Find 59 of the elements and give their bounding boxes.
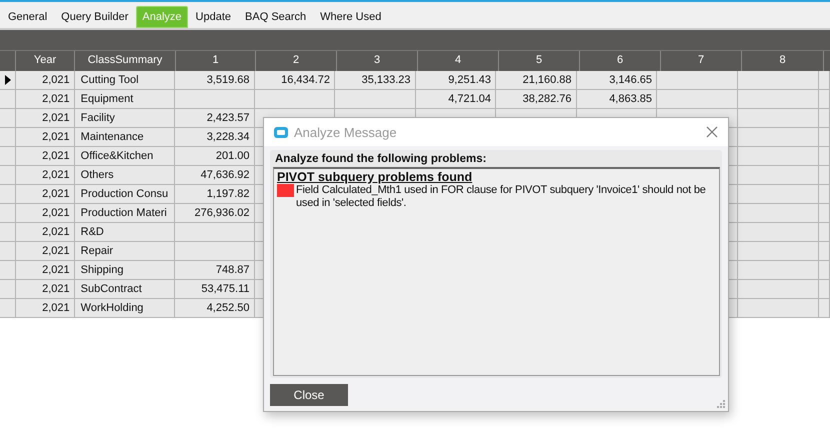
tab[interactable]: Update bbox=[190, 7, 238, 28]
table-cell: 2,021 bbox=[42, 74, 70, 86]
tab[interactable]: Query Builder bbox=[55, 7, 134, 28]
table-cell: Others bbox=[80, 169, 114, 181]
table-cell: 2,021 bbox=[42, 226, 70, 238]
group-title: Analyze found the following problems: bbox=[274, 153, 488, 167]
table-cell: 3,519.68 bbox=[206, 74, 250, 86]
close-button[interactable]: Close bbox=[270, 384, 348, 406]
table-cell: 53,475.11 bbox=[201, 283, 250, 295]
table-cell: 2,021 bbox=[42, 264, 70, 276]
table-cell: 2,021 bbox=[42, 169, 70, 181]
resize-grip-icon bbox=[717, 400, 725, 408]
table-cell: 2,021 bbox=[42, 207, 70, 219]
table-cell: 4,721.04 bbox=[448, 93, 492, 105]
table-cell: 3,146.65 bbox=[609, 74, 652, 86]
table-cell: 16,434.72 bbox=[281, 74, 330, 86]
table-cell: 2,021 bbox=[42, 188, 70, 200]
table-cell: 3,228.34 bbox=[206, 131, 250, 143]
table-cell: 35,133.23 bbox=[362, 74, 411, 86]
table-cell: 2,021 bbox=[42, 283, 70, 295]
table-cell: Cutting Tool bbox=[80, 74, 139, 86]
table-cell: 2,423.57 bbox=[206, 112, 250, 124]
table-cell: 47,636.92 bbox=[200, 169, 250, 181]
close-icon[interactable] bbox=[706, 126, 718, 138]
table-cell: 4,863.85 bbox=[609, 93, 652, 105]
table-cell: 2,021 bbox=[42, 150, 70, 162]
dialog-title: Analyze Message bbox=[294, 124, 398, 140]
problem-heading: PIVOT subquery problems found bbox=[277, 170, 474, 184]
table-cell: Repair bbox=[80, 245, 114, 257]
table-cell: 1,197.82 bbox=[206, 188, 250, 200]
table-cell: 2,021 bbox=[42, 245, 70, 257]
table-cell: 38,282.76 bbox=[522, 93, 572, 105]
table-cell: WorkHolding bbox=[80, 302, 144, 314]
table-cell: 4,252.50 bbox=[206, 302, 250, 314]
table-cell: R&D bbox=[80, 226, 104, 238]
table-cell: Production Consu bbox=[80, 188, 168, 200]
table-cell: 21,160.88 bbox=[522, 74, 572, 86]
tab[interactable]: Where Used bbox=[314, 7, 388, 28]
table-cell: Maintenance bbox=[80, 131, 144, 143]
row-pointer-icon bbox=[4, 75, 10, 85]
table-cell: 276,936.02 bbox=[194, 207, 250, 219]
problem-message: Field Calculated_Mth1 used in FOR clause for PIVOT subquery 'Invoice1' should not be used in 'selected fields'. bbox=[296, 184, 707, 210]
error-marker-icon bbox=[277, 184, 294, 197]
table-cell: SubContract bbox=[80, 283, 142, 295]
table-cell: Facility bbox=[80, 112, 115, 124]
table-cell: 2,021 bbox=[42, 112, 70, 124]
tab[interactable]: General bbox=[2, 7, 54, 28]
table-cell: Equipment bbox=[80, 93, 134, 105]
tab[interactable]: BAQ Search bbox=[239, 7, 312, 28]
table-cell: Production Materi bbox=[80, 207, 167, 219]
table-cell: 2,021 bbox=[42, 93, 70, 105]
table-cell: 201.00 bbox=[216, 150, 250, 162]
table-cell: Office&Kitchen bbox=[80, 150, 154, 162]
table-cell: 2,021 bbox=[42, 302, 70, 314]
table-cell: Shipping bbox=[80, 264, 124, 276]
table-cell: 2,021 bbox=[42, 131, 70, 143]
table-cell: 748.87 bbox=[216, 264, 250, 276]
app-icon bbox=[274, 126, 288, 138]
table-cell: 9,251.43 bbox=[448, 74, 492, 86]
